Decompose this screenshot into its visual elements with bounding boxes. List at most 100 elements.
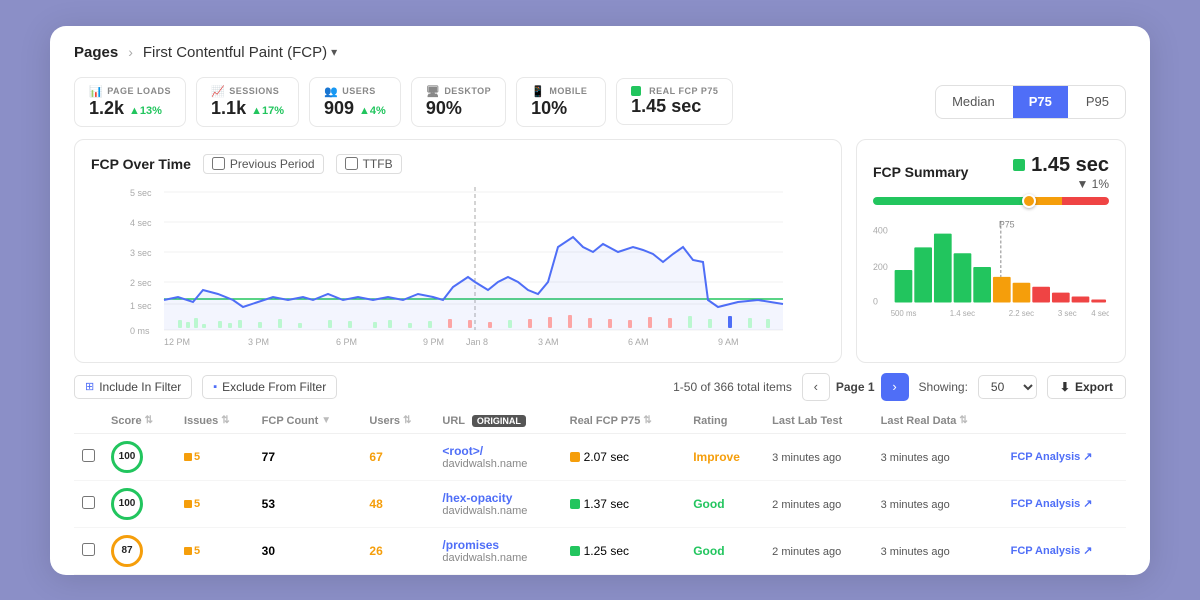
svg-text:6 AM: 6 AM <box>628 337 649 347</box>
fcp-analysis-2[interactable]: FCP Analysis ↗ <box>1011 497 1118 510</box>
last-real-3: 3 minutes ago <box>881 546 950 558</box>
stat-desktop: 🖥 DESKTOP 90% <box>411 77 506 127</box>
breadcrumb-fcp[interactable]: First Contentful Paint (FCP) ▾ <box>143 44 337 61</box>
issue-count-1: 5 <box>184 451 246 463</box>
include-filter-btn[interactable]: ⊞ Include In Filter <box>74 375 192 399</box>
svg-text:500 ms: 500 ms <box>891 309 917 318</box>
svg-text:2 sec: 2 sec <box>130 278 152 288</box>
table-row: 100 5 53 48 /hex-opacity davidwalsh.name <box>74 480 1126 527</box>
svg-text:3 sec: 3 sec <box>1058 309 1077 318</box>
svg-text:9 AM: 9 AM <box>718 337 739 347</box>
external-icon-3: ↗ <box>1083 544 1092 557</box>
main-content: FCP Over Time Previous Period TTFB 5 sec… <box>50 139 1150 363</box>
svg-text:0 ms: 0 ms <box>130 326 150 336</box>
showing-select[interactable]: 50 25 100 <box>978 375 1037 399</box>
fcp-chart-title: FCP Over Time <box>91 156 191 172</box>
real-fcp-1: 2.07 sec <box>570 450 678 464</box>
fcp-dropdown-arrow[interactable]: ▾ <box>331 45 337 59</box>
svg-text:1 sec: 1 sec <box>130 301 152 311</box>
summary-change: ▼ 1% <box>1013 177 1109 191</box>
fcp-count-3: 30 <box>254 527 362 574</box>
external-icon-1: ↗ <box>1083 450 1092 463</box>
rating-3: Good <box>693 544 724 558</box>
svg-text:1.4 sec: 1.4 sec <box>950 309 975 318</box>
main-card: Pages › First Contentful Paint (FCP) ▾ 📊… <box>50 26 1150 575</box>
domain-1: davidwalsh.name <box>442 458 553 470</box>
row1-checkbox[interactable] <box>82 449 95 462</box>
percentile-tabs: Median P75 P95 <box>935 85 1126 119</box>
table-section: ⊞ Include In Filter ▪ Exclude From Filte… <box>50 363 1150 575</box>
progress-thumb <box>1022 194 1036 208</box>
exclude-filter-btn[interactable]: ▪ Exclude From Filter <box>202 375 337 399</box>
stat-real-fcp: REAL FCP P75 1.45 sec <box>616 78 733 125</box>
svg-text:9 PM: 9 PM <box>423 337 444 347</box>
stat-users: 👥 USERS 909 ▲4% <box>309 77 401 127</box>
last-lab-3: 2 minutes ago <box>772 546 841 558</box>
page-label: Page 1 <box>836 380 875 394</box>
mobile-icon: 📱 <box>531 85 545 98</box>
fcp-chart-panel: FCP Over Time Previous Period TTFB 5 sec… <box>74 139 842 363</box>
last-lab-1: 3 minutes ago <box>772 452 841 464</box>
users-3: 26 <box>361 527 434 574</box>
url-1[interactable]: <root>/ <box>442 444 553 458</box>
external-icon-2: ↗ <box>1083 497 1092 510</box>
domain-2: davidwalsh.name <box>442 505 553 517</box>
th-score: Score ⇅ <box>103 409 176 434</box>
url-3[interactable]: /promises <box>442 538 553 552</box>
export-btn[interactable]: ⬇ Export <box>1047 375 1126 399</box>
svg-text:12 PM: 12 PM <box>164 337 190 347</box>
svg-text:4 sec: 4 sec <box>1091 309 1109 318</box>
issue-count-2: 5 <box>184 498 246 510</box>
ttfb-checkbox[interactable] <box>345 157 358 170</box>
last-real-2: 3 minutes ago <box>881 499 950 511</box>
th-fcp-count[interactable]: FCP Count ▼ <box>254 409 362 434</box>
domain-3: davidwalsh.name <box>442 552 553 564</box>
real-fcp-3: 1.25 sec <box>570 544 678 558</box>
th-url: URL ORIGINAL <box>434 409 561 434</box>
breadcrumb-chevron: › <box>128 44 133 60</box>
table-controls: ⊞ Include In Filter ▪ Exclude From Filte… <box>74 373 1126 401</box>
rating-2: Good <box>693 497 724 511</box>
svg-text:3 PM: 3 PM <box>248 337 269 347</box>
score-circle-3: 87 <box>111 535 143 567</box>
chart-icon: 📊 <box>89 85 103 98</box>
summary-dot <box>1013 159 1025 171</box>
row3-checkbox[interactable] <box>82 543 95 556</box>
th-analysis <box>1003 409 1126 434</box>
include-icon: ⊞ <box>85 380 94 393</box>
fcp-analysis-1[interactable]: FCP Analysis ↗ <box>1011 450 1118 463</box>
th-users[interactable]: Users ⇅ <box>361 409 434 434</box>
svg-text:4 sec: 4 sec <box>130 218 152 228</box>
row2-checkbox[interactable] <box>82 496 95 509</box>
users-icon: 👥 <box>324 85 338 98</box>
svg-text:3 sec: 3 sec <box>130 248 152 258</box>
last-real-1: 3 minutes ago <box>881 452 950 464</box>
th-real-fcp[interactable]: Real FCP P75 ⇅ <box>562 409 686 434</box>
th-last-real[interactable]: Last Real Data ⇅ <box>873 409 1003 434</box>
previous-period-checkbox[interactable] <box>212 157 225 170</box>
next-page-btn[interactable]: › <box>881 373 909 401</box>
summary-title: FCP Summary <box>873 164 968 180</box>
fcp-progress-bar <box>873 197 1109 205</box>
showing-label: Showing: <box>919 380 968 394</box>
fcp-dot <box>631 86 641 96</box>
th-rating: Rating <box>685 409 764 434</box>
fcp-analysis-3[interactable]: FCP Analysis ↗ <box>1011 544 1118 557</box>
previous-period-toggle[interactable]: Previous Period <box>203 154 324 174</box>
tab-p75[interactable]: P75 <box>1013 86 1068 118</box>
svg-text:2.2 sec: 2.2 sec <box>1009 309 1034 318</box>
tab-p95[interactable]: P95 <box>1070 86 1125 118</box>
ttfb-toggle[interactable]: TTFB <box>336 154 402 174</box>
stat-page-loads: 📊 PAGE LOADS 1.2k ▲13% <box>74 77 186 127</box>
prev-page-btn[interactable]: ‹ <box>802 373 830 401</box>
table-row: 87 5 30 26 /promises davidwalsh.name <box>74 527 1126 574</box>
fcp-line-chart: 5 sec 4 sec 3 sec 2 sec 1 sec 0 ms <box>91 182 825 347</box>
real-fcp-2: 1.37 sec <box>570 497 678 511</box>
stat-mobile: 📱 MOBILE 10% <box>516 77 606 127</box>
sessions-icon: 📈 <box>211 85 225 98</box>
users-1: 67 <box>361 433 434 480</box>
exclude-icon: ▪ <box>213 381 217 393</box>
tab-median[interactable]: Median <box>936 86 1011 118</box>
export-icon: ⬇ <box>1060 380 1070 394</box>
url-2[interactable]: /hex-opacity <box>442 491 553 505</box>
